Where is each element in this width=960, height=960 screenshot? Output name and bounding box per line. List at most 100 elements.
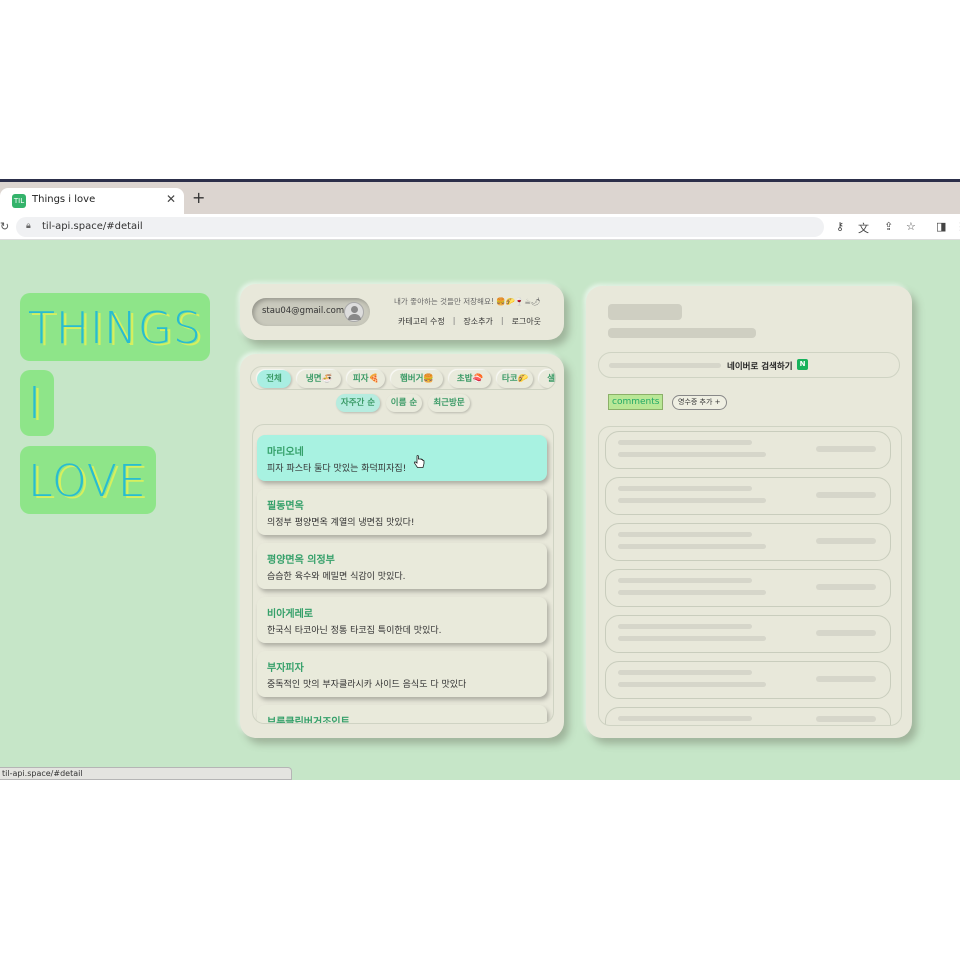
address-bar[interactable]: 🔒︎ til-api.space/#detail bbox=[16, 217, 824, 237]
category-chip-all[interactable]: 전체 bbox=[257, 370, 291, 388]
title-love-box: LOVE bbox=[20, 446, 156, 514]
translate-icon[interactable]: 文 bbox=[858, 220, 869, 236]
avatar[interactable] bbox=[344, 302, 364, 322]
screen: TIL Things i love ✕ + ↻ 🔒︎ til-api.space… bbox=[0, 0, 960, 960]
comment-row[interactable] bbox=[605, 615, 891, 653]
comment-skeleton bbox=[618, 498, 766, 503]
comment-skeleton bbox=[618, 544, 766, 549]
category-chip[interactable]: 초밥🍣 bbox=[449, 370, 491, 388]
favicon-icon: TIL bbox=[12, 194, 26, 208]
naver-search-bar[interactable]: 네이버로 검색하기 N bbox=[598, 352, 900, 378]
browser-tabbar: TIL Things i love ✕ + bbox=[0, 182, 960, 214]
sort-frequent[interactable]: 자주간 순 bbox=[336, 394, 380, 412]
browser-toolbar: ↻ 🔒︎ til-api.space/#detail ⚷ 文 ⇪ ☆ ◨ ⋮ bbox=[0, 214, 960, 240]
place-list-card: 전체 냉면🍜 피자🍕 햄버거🍔 초밥🍣 타코🌮 샐러드 자주간 순 이름 순 최… bbox=[240, 354, 564, 738]
place-list[interactable]: 마리오네 피자 파스타 둘다 맛있는 화덕피자집! 필동면옥 의정부 평양면옥 … bbox=[252, 424, 554, 724]
reload-icon[interactable]: ↻ bbox=[0, 220, 9, 233]
place-name: 필동면옥 bbox=[267, 501, 304, 512]
user-pill[interactable]: stau04@gmail.com bbox=[252, 298, 370, 326]
comment-row[interactable] bbox=[605, 477, 891, 515]
key-icon[interactable]: ⚷ bbox=[836, 220, 844, 233]
place-desc: 피자 파스타 둘다 맛있는 화덕피자집! bbox=[267, 464, 407, 474]
comments-tab[interactable]: comments bbox=[608, 394, 664, 410]
place-desc: 슴슴한 육수와 메밀면 식감이 맛있다. bbox=[267, 572, 406, 582]
comment-skeleton bbox=[618, 590, 766, 595]
page-viewport: THINGS I LOVE stau04@gmail.com 내가 좋아하는 것… bbox=[0, 240, 960, 780]
browser-tab[interactable]: TIL Things i love ✕ bbox=[0, 188, 184, 214]
comment-list[interactable] bbox=[598, 426, 902, 726]
place-name: 평양면옥 의정부 bbox=[267, 555, 335, 566]
place-name: 부자피자 bbox=[267, 663, 304, 674]
comment-date-skeleton bbox=[816, 538, 876, 544]
separator: | bbox=[452, 316, 456, 325]
list-item[interactable]: 필동면옥 의정부 평양면옥 계열의 냉면집 맛있다! bbox=[257, 489, 547, 535]
sort-name[interactable]: 이름 순 bbox=[386, 394, 422, 412]
comment-skeleton bbox=[618, 532, 752, 537]
user-email: stau04@gmail.com bbox=[262, 306, 345, 316]
add-receipt-button[interactable]: 영수증 추가 + bbox=[672, 395, 727, 410]
lock-icon[interactable]: 🔒︎ bbox=[26, 221, 31, 231]
comment-skeleton bbox=[618, 716, 752, 721]
comment-date-skeleton bbox=[816, 584, 876, 590]
comment-date-skeleton bbox=[816, 716, 876, 722]
list-item[interactable]: 브루클린버거조인트 bbox=[257, 705, 547, 724]
category-chip[interactable]: 냉면🍜 bbox=[297, 370, 341, 388]
header-links: 카테고리 수정 | 장소추가 | 로그아웃 bbox=[398, 316, 541, 327]
url-text: til-api.space/#detail bbox=[42, 221, 143, 232]
comment-row[interactable] bbox=[605, 431, 891, 469]
title-i-box: I bbox=[20, 370, 54, 436]
logout-link[interactable]: 로그아웃 bbox=[512, 316, 541, 327]
title-things-box: THINGS bbox=[20, 293, 210, 361]
place-desc: 한국식 타코아닌 정통 타코집 특이한데 맛있다. bbox=[267, 626, 442, 636]
comment-skeleton bbox=[618, 636, 766, 641]
place-name: 브루클린버거조인트 bbox=[267, 717, 350, 724]
title-love: LOVE bbox=[28, 456, 147, 507]
comment-date-skeleton bbox=[816, 630, 876, 636]
place-desc: 의정부 평양면옥 계열의 냉면집 맛있다! bbox=[267, 518, 415, 528]
list-item[interactable]: 평양면옥 의정부 슴슴한 육수와 메밀면 식감이 맛있다. bbox=[257, 543, 547, 589]
star-icon[interactable]: ☆ bbox=[906, 220, 916, 233]
close-icon[interactable]: ✕ bbox=[166, 192, 176, 206]
header-card: stau04@gmail.com 내가 좋아하는 것들만 저장해요! 🍔🌮🍷☕🌶… bbox=[240, 284, 564, 340]
comment-skeleton bbox=[618, 670, 752, 675]
tagline: 내가 좋아하는 것들만 저장해요! 🍔🌮🍷☕🌶 bbox=[394, 297, 541, 306]
subtitle-skeleton bbox=[608, 328, 756, 338]
avatar-body bbox=[348, 314, 361, 320]
status-bar: til-api.space/#detail bbox=[0, 767, 292, 780]
title-things: THINGS bbox=[28, 303, 202, 354]
new-tab-button[interactable]: + bbox=[192, 190, 205, 206]
address-skeleton bbox=[609, 363, 721, 368]
category-chip[interactable]: 피자🍕 bbox=[347, 370, 385, 388]
comment-row[interactable] bbox=[605, 661, 891, 699]
title-skeleton bbox=[608, 304, 682, 320]
comment-skeleton bbox=[618, 440, 752, 445]
comment-row[interactable] bbox=[605, 569, 891, 607]
place-name: 마리오네 bbox=[267, 447, 304, 458]
category-filter: 전체 냉면🍜 피자🍕 햄버거🍔 초밥🍣 타코🌮 샐러드 bbox=[250, 366, 556, 390]
comment-row[interactable] bbox=[605, 707, 891, 725]
sort-recent[interactable]: 최근방문 bbox=[428, 394, 470, 412]
separator: | bbox=[500, 316, 504, 325]
list-item[interactable]: 부자피자 중독적인 맛의 부자클라시카 사이드 음식도 다 맛있다 bbox=[257, 651, 547, 697]
comment-skeleton bbox=[618, 486, 752, 491]
place-desc: 중독적인 맛의 부자클라시카 사이드 음식도 다 맛있다 bbox=[267, 680, 467, 690]
comment-row[interactable] bbox=[605, 523, 891, 561]
comment-skeleton bbox=[618, 578, 752, 583]
hand-cursor-icon bbox=[413, 455, 425, 468]
comment-date-skeleton bbox=[816, 676, 876, 682]
title-i: I bbox=[28, 378, 42, 429]
list-item[interactable]: 비아게레로 한국식 타코아닌 정통 타코집 특이한데 맛있다. bbox=[257, 597, 547, 643]
side-panel-icon[interactable]: ◨ bbox=[936, 220, 946, 233]
category-chip[interactable]: 샐러드 bbox=[539, 370, 555, 388]
share-icon[interactable]: ⇪ bbox=[884, 220, 893, 233]
detail-card: 네이버로 검색하기 N comments 영수증 추가 + bbox=[586, 286, 912, 738]
category-chip[interactable]: 햄버거🍔 bbox=[391, 370, 443, 388]
naver-search-label: 네이버로 검색하기 bbox=[727, 362, 793, 372]
more-icon[interactable]: ⋮ bbox=[955, 220, 960, 233]
edit-category-link[interactable]: 카테고리 수정 bbox=[398, 316, 445, 327]
add-place-link[interactable]: 장소추가 bbox=[463, 316, 492, 327]
list-item[interactable]: 마리오네 피자 파스타 둘다 맛있는 화덕피자집! bbox=[257, 435, 547, 481]
comment-date-skeleton bbox=[816, 492, 876, 498]
comment-skeleton bbox=[618, 682, 766, 687]
category-chip[interactable]: 타코🌮 bbox=[497, 370, 533, 388]
